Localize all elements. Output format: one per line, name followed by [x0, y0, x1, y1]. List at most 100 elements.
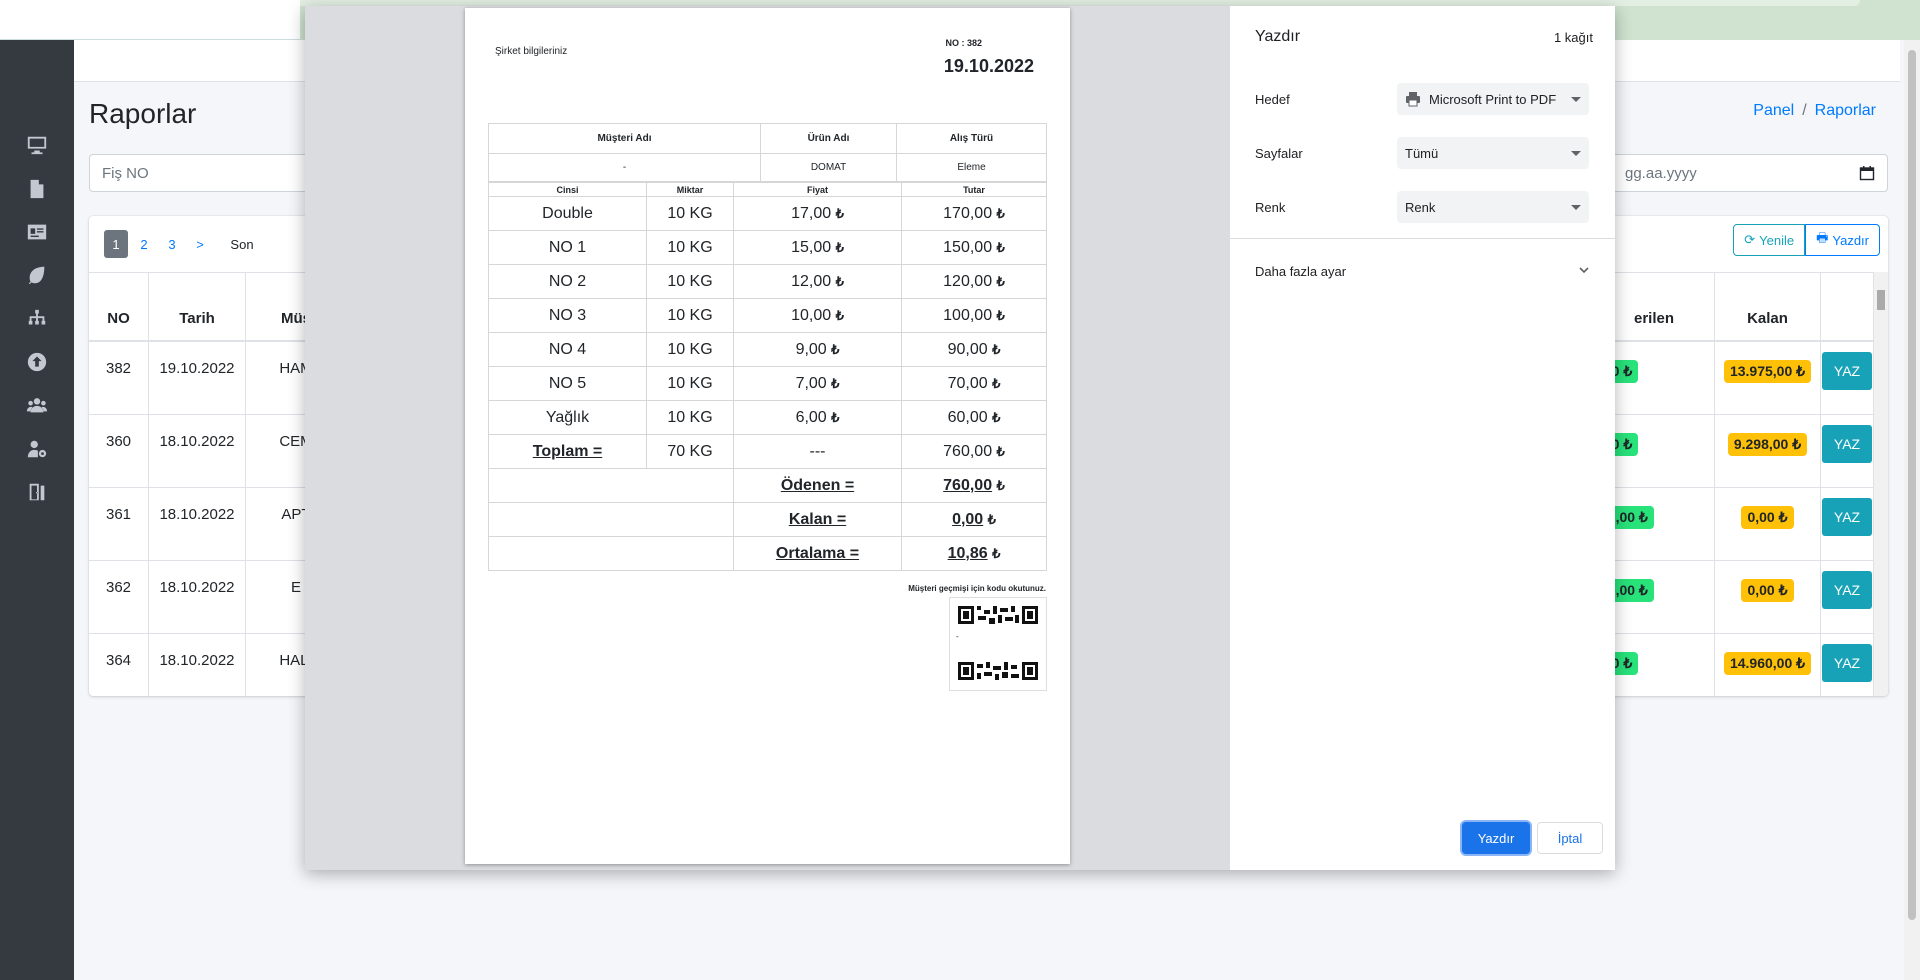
remaining-badge: 14.960,00 ₺: [1723, 652, 1812, 675]
cancel-button[interactable]: İptal: [1537, 822, 1603, 854]
qr-dash: -: [956, 632, 959, 641]
item-qty: 10 KG: [646, 298, 734, 333]
table-scrollbar[interactable]: [1874, 272, 1888, 696]
lira-sign: ₺: [996, 307, 1005, 323]
header-qty: Miktar: [646, 182, 734, 197]
sidebar-item-dashboard[interactable]: [0, 125, 74, 165]
destination-select[interactable]: Microsoft Print to PDF: [1397, 83, 1589, 115]
item-total-value: 170,00: [943, 204, 993, 222]
receipt-average-row: Ortalama = 10,86 ₺: [488, 536, 1047, 571]
yaz-button[interactable]: YAZ: [1822, 571, 1872, 609]
remaining-badge: 9.298,00 ₺: [1727, 433, 1808, 456]
chevron-down-icon: [1571, 150, 1581, 156]
refresh-button[interactable]: ⟳ Yenile: [1733, 224, 1806, 256]
receipt-item-row: NO 1 10 KG 15,00 ₺ 150,00 ₺: [488, 230, 1047, 265]
total-amount-value: 760,00: [943, 442, 993, 460]
total-label: Toplam =: [488, 434, 647, 469]
item-type: NO 4: [488, 332, 647, 367]
qr-code-icon: [956, 604, 1040, 626]
breadcrumb-current[interactable]: Raporlar: [1815, 102, 1876, 120]
lira-sign: ₺: [996, 205, 1005, 221]
sidebar-item-hierarchy[interactable]: [0, 299, 74, 339]
lira-sign: ₺: [835, 239, 844, 255]
item-total-value: 70,00: [947, 374, 988, 392]
calendar-icon[interactable]: [1859, 165, 1875, 181]
pages-label: Sayfalar: [1255, 146, 1303, 161]
table-scrollbar-thumb[interactable]: [1877, 290, 1885, 310]
pages-select[interactable]: Tümü: [1397, 137, 1589, 169]
print-preview-page: Şirket bilgileriniz NO : 382 19.10.2022 …: [465, 8, 1070, 864]
upload-circle-icon: [27, 352, 47, 372]
receipt-item-row: NO 4 10 KG 9,00 ₺ 90,00 ₺: [488, 332, 1047, 367]
color-select[interactable]: Renk: [1397, 191, 1589, 223]
yaz-button[interactable]: YAZ: [1822, 644, 1872, 682]
date-input[interactable]: gg.aa.yyyy: [1612, 154, 1888, 192]
sidebar-item-users[interactable]: [0, 385, 74, 425]
sidebar-item-exit[interactable]: [0, 472, 74, 512]
breadcrumb-panel-link[interactable]: Panel: [1753, 102, 1794, 120]
page-link-3[interactable]: 3: [160, 230, 184, 258]
print-button[interactable]: Yazdır: [1462, 822, 1530, 854]
sidebar-item-products[interactable]: [0, 255, 74, 295]
remaining-badge: 13.975,00 ₺: [1723, 360, 1812, 383]
lira-sign: ₺: [992, 341, 1001, 357]
browser-active-tab[interactable]: [0, 0, 300, 40]
item-qty: 10 KG: [646, 196, 734, 231]
item-total: 70,00 ₺: [901, 366, 1047, 401]
item-total-value: 100,00: [943, 306, 993, 324]
date-placeholder: gg.aa.yyyy: [1625, 164, 1697, 182]
color-label: Renk: [1255, 200, 1286, 215]
cell-remaining: 9.298,00 ₺: [1715, 415, 1821, 487]
item-total-value: 120,00: [943, 272, 993, 290]
panel-divider: [1230, 238, 1615, 239]
receipt-paid-row: Ödenen = 760,00 ₺: [488, 468, 1047, 503]
page-link-1[interactable]: 1: [104, 230, 128, 258]
page-link-last[interactable]: Son: [230, 230, 254, 258]
item-total: 150,00 ₺: [901, 230, 1047, 265]
average-amount-value: 10,86: [947, 544, 988, 562]
fis-no-placeholder: Fiş NO: [102, 164, 149, 182]
yaz-button[interactable]: YAZ: [1822, 425, 1872, 463]
remaining-label: Kalan =: [733, 502, 902, 537]
sidebar-item-upload[interactable]: [0, 342, 74, 382]
item-total: 120,00 ₺: [901, 264, 1047, 299]
page-scrollbar[interactable]: [1904, 40, 1920, 980]
cell-action: YAZ: [1821, 634, 1874, 696]
user-gear-icon: [27, 440, 47, 458]
item-type: NO 5: [488, 366, 647, 401]
lira-sign: ₺: [992, 375, 1001, 391]
pages-value: Tümü: [1405, 145, 1439, 161]
sidebar-item-documents[interactable]: [0, 169, 74, 209]
sidebar-item-cards[interactable]: [0, 212, 74, 252]
receipt-items-table: Cinsi Miktar Fiyat Tutar Double 10 KG 17…: [488, 182, 1047, 571]
cell-date: 19.10.2022: [149, 342, 246, 414]
cell-action: YAZ: [1821, 488, 1874, 560]
header-price: Fiyat: [733, 182, 902, 197]
cell-remaining: 14.960,00 ₺: [1715, 634, 1821, 696]
yaz-button[interactable]: YAZ: [1822, 498, 1872, 536]
item-type: Yağlık: [488, 400, 647, 435]
print-list-button[interactable]: 🖶 Yazdır: [1805, 224, 1880, 256]
item-price-value: 10,00: [791, 306, 832, 324]
chevron-down-icon: [1571, 204, 1581, 210]
total-price: ---: [733, 434, 902, 469]
receipt-total-row: Toplam = 70 KG --- 760,00 ₺: [488, 434, 1047, 469]
chevron-down-icon: [1579, 267, 1589, 274]
lira-sign: ₺: [996, 477, 1005, 493]
refresh-icon: ⟳: [1744, 232, 1756, 247]
item-price: 10,00 ₺: [733, 298, 902, 333]
lira-sign: ₺: [987, 511, 996, 527]
page-link-next[interactable]: >: [188, 230, 212, 258]
page-scrollbar-thumb[interactable]: [1908, 50, 1916, 920]
empty-cell: [488, 536, 734, 571]
cell-no: 382: [89, 342, 149, 414]
print-settings-panel: Yazdır 1 kağıt Hedef Microsoft Print to …: [1230, 6, 1615, 870]
yaz-button[interactable]: YAZ: [1822, 352, 1872, 390]
sidebar-item-user-settings[interactable]: [0, 429, 74, 469]
cell-no: 361: [89, 488, 149, 560]
printer-icon: [1406, 92, 1420, 107]
item-type: NO 2: [488, 264, 647, 299]
lira-sign: ₺: [996, 443, 1005, 459]
page-link-2[interactable]: 2: [132, 230, 156, 258]
more-settings-toggle[interactable]: Daha fazla ayar: [1255, 264, 1590, 279]
